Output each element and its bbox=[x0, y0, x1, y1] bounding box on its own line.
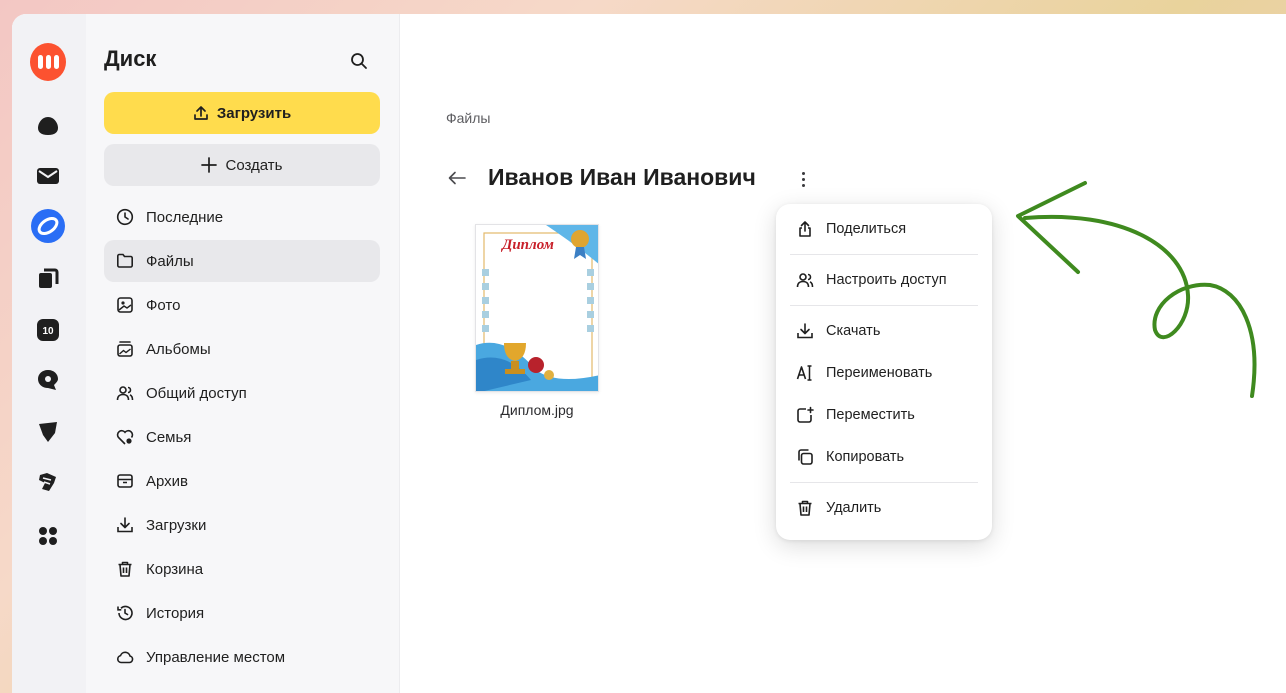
context-menu: Поделиться Настроить доступ Скачать Пере… bbox=[776, 204, 992, 540]
menu-item-delete[interactable]: Удалить bbox=[790, 487, 978, 529]
sidebar-item-label: Общий доступ bbox=[146, 384, 247, 402]
messenger-icon[interactable] bbox=[30, 362, 66, 398]
back-arrow-icon[interactable] bbox=[445, 166, 469, 190]
more-options-icon[interactable] bbox=[796, 166, 810, 192]
upload-icon bbox=[193, 106, 208, 120]
menu-item-label: Копировать bbox=[826, 449, 905, 465]
sidebar-item-label: Файлы bbox=[146, 252, 194, 270]
calendar-badge-text: 10 bbox=[42, 326, 54, 337]
rename-icon bbox=[796, 365, 812, 381]
sidebar-item-files[interactable]: Файлы bbox=[104, 240, 380, 282]
menu-item-label: Настроить доступ bbox=[826, 272, 947, 288]
sidebar-item-label: История bbox=[146, 604, 205, 622]
download-icon bbox=[117, 517, 133, 533]
sidebar-item-shared[interactable]: Общий доступ bbox=[104, 372, 380, 414]
main-content: Файлы Иванов Иван Иванович Диплом Диплом… bbox=[401, 14, 1286, 693]
file-name: Диплом.jpg bbox=[500, 402, 574, 418]
mail-icon[interactable] bbox=[30, 158, 66, 194]
sidebar-item-label: Последние bbox=[146, 208, 224, 226]
disk-icon[interactable] bbox=[30, 208, 66, 244]
page-title: Иванов Иван Иванович bbox=[488, 164, 756, 190]
create-button-label: Создать bbox=[225, 156, 283, 174]
calendar-icon[interactable]: 10 bbox=[30, 312, 66, 348]
sidebar-item-downloads[interactable]: Загрузки bbox=[104, 504, 380, 546]
file-thumbnail: Диплом bbox=[475, 224, 599, 392]
telemost-icon[interactable] bbox=[30, 464, 66, 500]
sidebar-item-label: Семья bbox=[146, 428, 192, 446]
upload-button-label: Загрузить bbox=[216, 104, 292, 122]
plus-icon bbox=[201, 157, 218, 173]
menu-divider bbox=[790, 254, 978, 255]
menu-item-access[interactable]: Настроить доступ bbox=[790, 259, 978, 301]
breadcrumb[interactable]: Файлы bbox=[446, 110, 490, 126]
sidebar-item-label: Управление местом bbox=[146, 648, 286, 666]
copy-icon bbox=[798, 449, 813, 465]
cloud-icon bbox=[117, 651, 134, 664]
sidebar-item-albums[interactable]: Альбомы bbox=[104, 328, 380, 370]
sidebar-nav: Последние Файлы Фото Альбомы Общий досту… bbox=[104, 196, 380, 680]
shared-users-icon bbox=[796, 273, 814, 288]
sidebar-item-label: Корзина bbox=[146, 560, 204, 578]
sidebar-item-label: Загрузки bbox=[146, 516, 207, 534]
menu-divider bbox=[790, 305, 978, 306]
sidebar-item-label: Архив bbox=[146, 472, 189, 490]
services-rail: 10 bbox=[12, 14, 86, 693]
move-folder-icon bbox=[797, 406, 814, 423]
menu-item-label: Удалить bbox=[826, 500, 882, 516]
sidebar-item-storage[interactable]: Управление местом bbox=[104, 636, 380, 678]
folder-icon bbox=[117, 253, 133, 268]
sidebar-item-photo[interactable]: Фото bbox=[104, 284, 380, 326]
menu-item-rename[interactable]: Переименовать bbox=[790, 352, 978, 394]
archive-icon bbox=[117, 474, 133, 488]
clock-icon bbox=[116, 208, 134, 226]
menu-item-label: Скачать bbox=[826, 323, 881, 339]
menu-item-move[interactable]: Переместить bbox=[790, 394, 978, 436]
download-icon bbox=[797, 323, 813, 339]
sidebar-item-history[interactable]: История bbox=[104, 592, 380, 634]
trash-icon bbox=[798, 500, 812, 516]
photo-icon bbox=[117, 297, 133, 313]
menu-divider bbox=[790, 482, 978, 483]
share-icon bbox=[799, 221, 811, 237]
menu-item-label: Переместить bbox=[826, 407, 915, 423]
upload-button[interactable]: Загрузить bbox=[104, 92, 380, 134]
search-icon[interactable] bbox=[346, 48, 372, 74]
cloud-service-icon[interactable] bbox=[30, 108, 66, 144]
create-button[interactable]: Создать bbox=[104, 144, 380, 186]
menu-item-label: Переименовать bbox=[826, 365, 933, 381]
app-title: Диск bbox=[104, 46, 157, 71]
menu-item-download[interactable]: Скачать bbox=[790, 310, 978, 352]
sidebar-item-label: Фото bbox=[146, 296, 181, 314]
sidebar-item-archive[interactable]: Архив bbox=[104, 460, 380, 502]
yandex-logo-icon[interactable] bbox=[30, 43, 66, 81]
documents-icon[interactable] bbox=[30, 260, 66, 296]
albums-icon bbox=[117, 341, 133, 357]
notes-icon[interactable] bbox=[30, 414, 66, 450]
sidebar-item-label: Альбомы bbox=[146, 340, 211, 358]
all-services-icon[interactable] bbox=[30, 518, 66, 554]
sidebar-item-family[interactable]: Семья bbox=[104, 416, 380, 458]
file-item[interactable]: Диплом Диплом.jpg bbox=[473, 224, 601, 418]
family-heart-icon bbox=[116, 429, 134, 445]
thumb-heading-text: Диплом bbox=[500, 237, 554, 253]
menu-item-label: Поделиться bbox=[826, 221, 907, 237]
history-icon bbox=[117, 605, 133, 621]
sidebar-item-trash[interactable]: Корзина bbox=[104, 548, 380, 590]
app-window: 10 Диск Загрузить Создать Последние Файл… bbox=[12, 14, 1286, 693]
trash-icon bbox=[118, 561, 132, 577]
sidebar: Диск Загрузить Создать Последние Файлы Ф… bbox=[86, 14, 400, 693]
shared-users-icon bbox=[116, 386, 134, 401]
sidebar-item-recent[interactable]: Последние bbox=[104, 196, 380, 238]
menu-item-copy[interactable]: Копировать bbox=[790, 436, 978, 478]
menu-item-share[interactable]: Поделиться bbox=[790, 208, 978, 250]
